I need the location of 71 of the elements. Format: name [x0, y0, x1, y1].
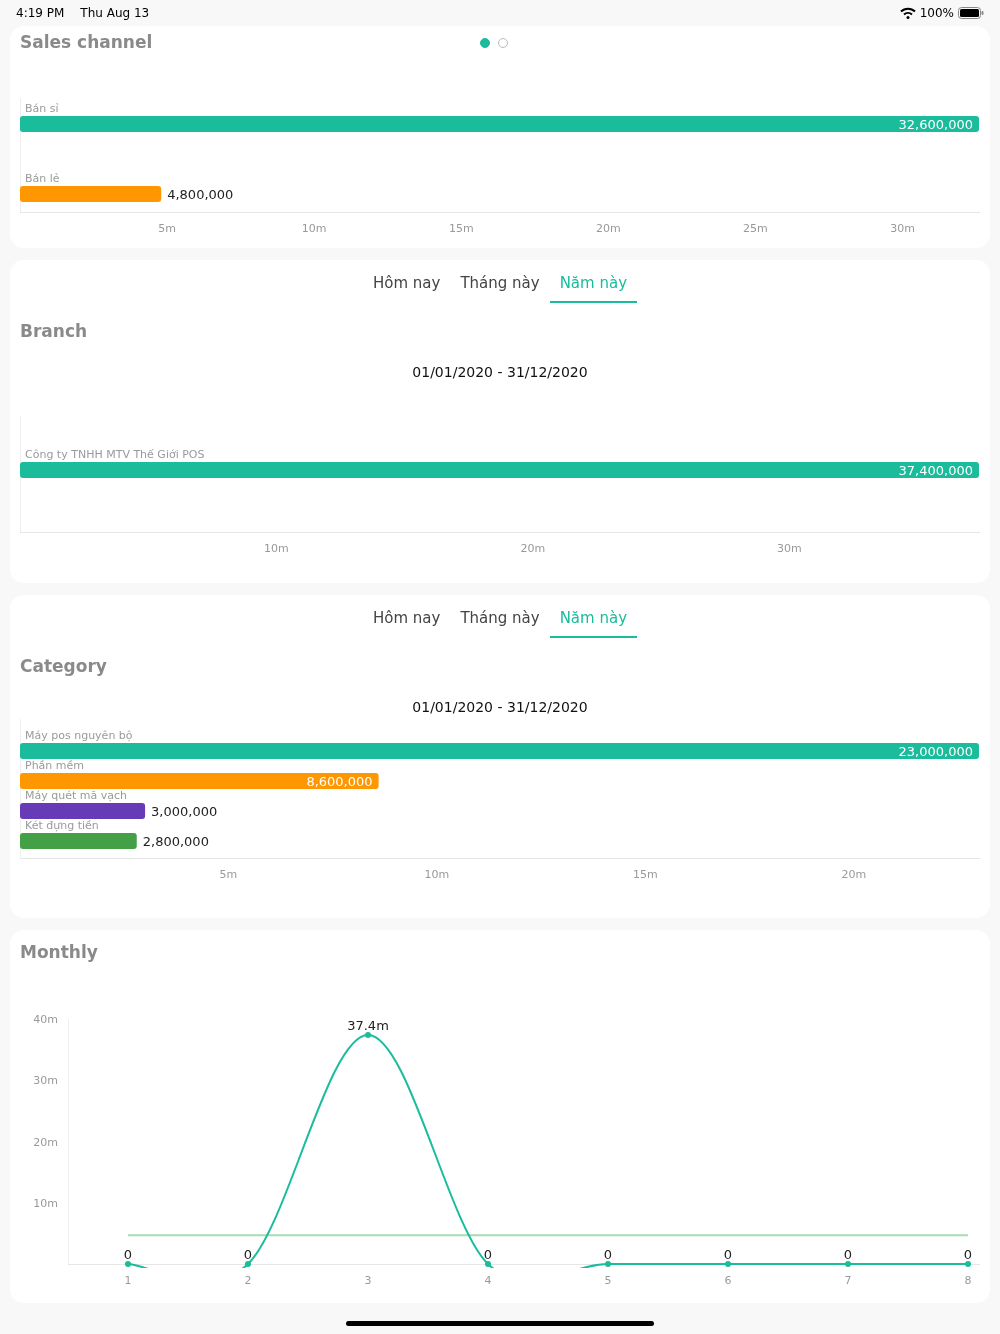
value-label: 0 [603, 1246, 613, 1262]
data-point [845, 1260, 851, 1267]
axis-tick-label: 10m [424, 868, 450, 881]
date-range: 01/01/2020 - 31/12/2020 [412, 364, 588, 380]
axis-tick-label: 3 [364, 1273, 372, 1287]
value-label: 0 [843, 1246, 853, 1262]
value-label: 0 [723, 1246, 733, 1262]
value-label: 8,600,000 [306, 774, 373, 789]
data-point [485, 1260, 491, 1267]
tab[interactable]: Tháng này [450, 603, 550, 638]
wifi-icon [899, 7, 916, 19]
axis-tick-label: 4 [484, 1273, 492, 1287]
value-label: 3,000,000 [151, 804, 218, 819]
axis-tick-label: 25m [743, 222, 768, 235]
axis-tick-label: 7 [844, 1273, 852, 1287]
data-point [125, 1260, 131, 1267]
axis-tick-label: 10m [33, 1196, 58, 1210]
axis-tick-label: 20m [33, 1135, 58, 1148]
axis-tick-label: 10m [264, 542, 289, 552]
data-point [725, 1260, 731, 1267]
axis-tick-label: 5 [604, 1273, 612, 1287]
card-title: Category [20, 654, 108, 678]
data-point [965, 1260, 971, 1267]
bar-label: Máy quét mã vạch [25, 789, 127, 802]
axis-tick-label: 30m [890, 222, 915, 235]
axis-tick-label: 20m [841, 868, 867, 881]
value-label: 0 [243, 1246, 253, 1262]
value-label: 37.4m [347, 1017, 389, 1033]
axis-tick-label: 15m [448, 222, 474, 235]
value-label: 37,400,000 [898, 463, 973, 478]
bar-label: Công ty TNHH MTV Thế Giới POS [25, 448, 205, 461]
axis-tick-label: 30m [776, 542, 802, 552]
bar-label: Bán lẻ [25, 172, 60, 185]
tab[interactable]: Hôm nay [363, 603, 451, 638]
card-title: Sales channel [20, 31, 154, 55]
value-label: 23,000,000 [898, 744, 973, 759]
status-date: Thu Aug 13 [80, 5, 150, 22]
axis-tick-label: 10m [301, 222, 327, 235]
axis-tick-label: 6 [724, 1273, 732, 1287]
axis-tick-label: 15m [633, 868, 658, 881]
page-dot[interactable] [480, 38, 490, 48]
axis-tick-label: 30m [33, 1073, 58, 1087]
bar-label: Máy pos nguyên bộ [25, 729, 133, 742]
card-title: Branch [20, 319, 89, 343]
date-range: 01/01/2020 - 31/12/2020 [412, 699, 588, 715]
axis-tick-label: 2 [244, 1273, 252, 1287]
axis-tick-label: 1 [124, 1273, 132, 1287]
tab[interactable]: Tháng này [450, 268, 550, 303]
value-label: 4,800,000 [167, 187, 234, 202]
data-point [245, 1260, 251, 1267]
axis-tick-label: 20m [520, 542, 546, 552]
axis-tick-label: 40m [33, 1012, 58, 1026]
status-time: 4:19 PM [16, 5, 65, 22]
axis-tick-label: 8 [964, 1273, 972, 1287]
battery-icon [958, 7, 984, 19]
value-label: 32,600,000 [898, 117, 973, 132]
tab[interactable]: Hôm nay [363, 268, 451, 303]
value-label: 0 [123, 1246, 133, 1262]
data-point [365, 1031, 371, 1038]
bar-label: Phần mềm [25, 759, 84, 772]
axis-tick-label: 5m [219, 868, 238, 881]
value-label: 0 [483, 1246, 493, 1262]
card-title: Monthly [20, 941, 99, 964]
axis-tick-label: 20m [596, 222, 621, 235]
value-label: 0 [963, 1246, 973, 1262]
battery-percent: 100% [919, 5, 954, 22]
data-point [605, 1260, 611, 1267]
bar-label: Bán sỉ [25, 102, 59, 115]
axis-tick-label: 5m [158, 222, 176, 235]
bar-label: Két đựng tiền [25, 819, 99, 832]
value-label: 2,800,000 [142, 834, 209, 849]
